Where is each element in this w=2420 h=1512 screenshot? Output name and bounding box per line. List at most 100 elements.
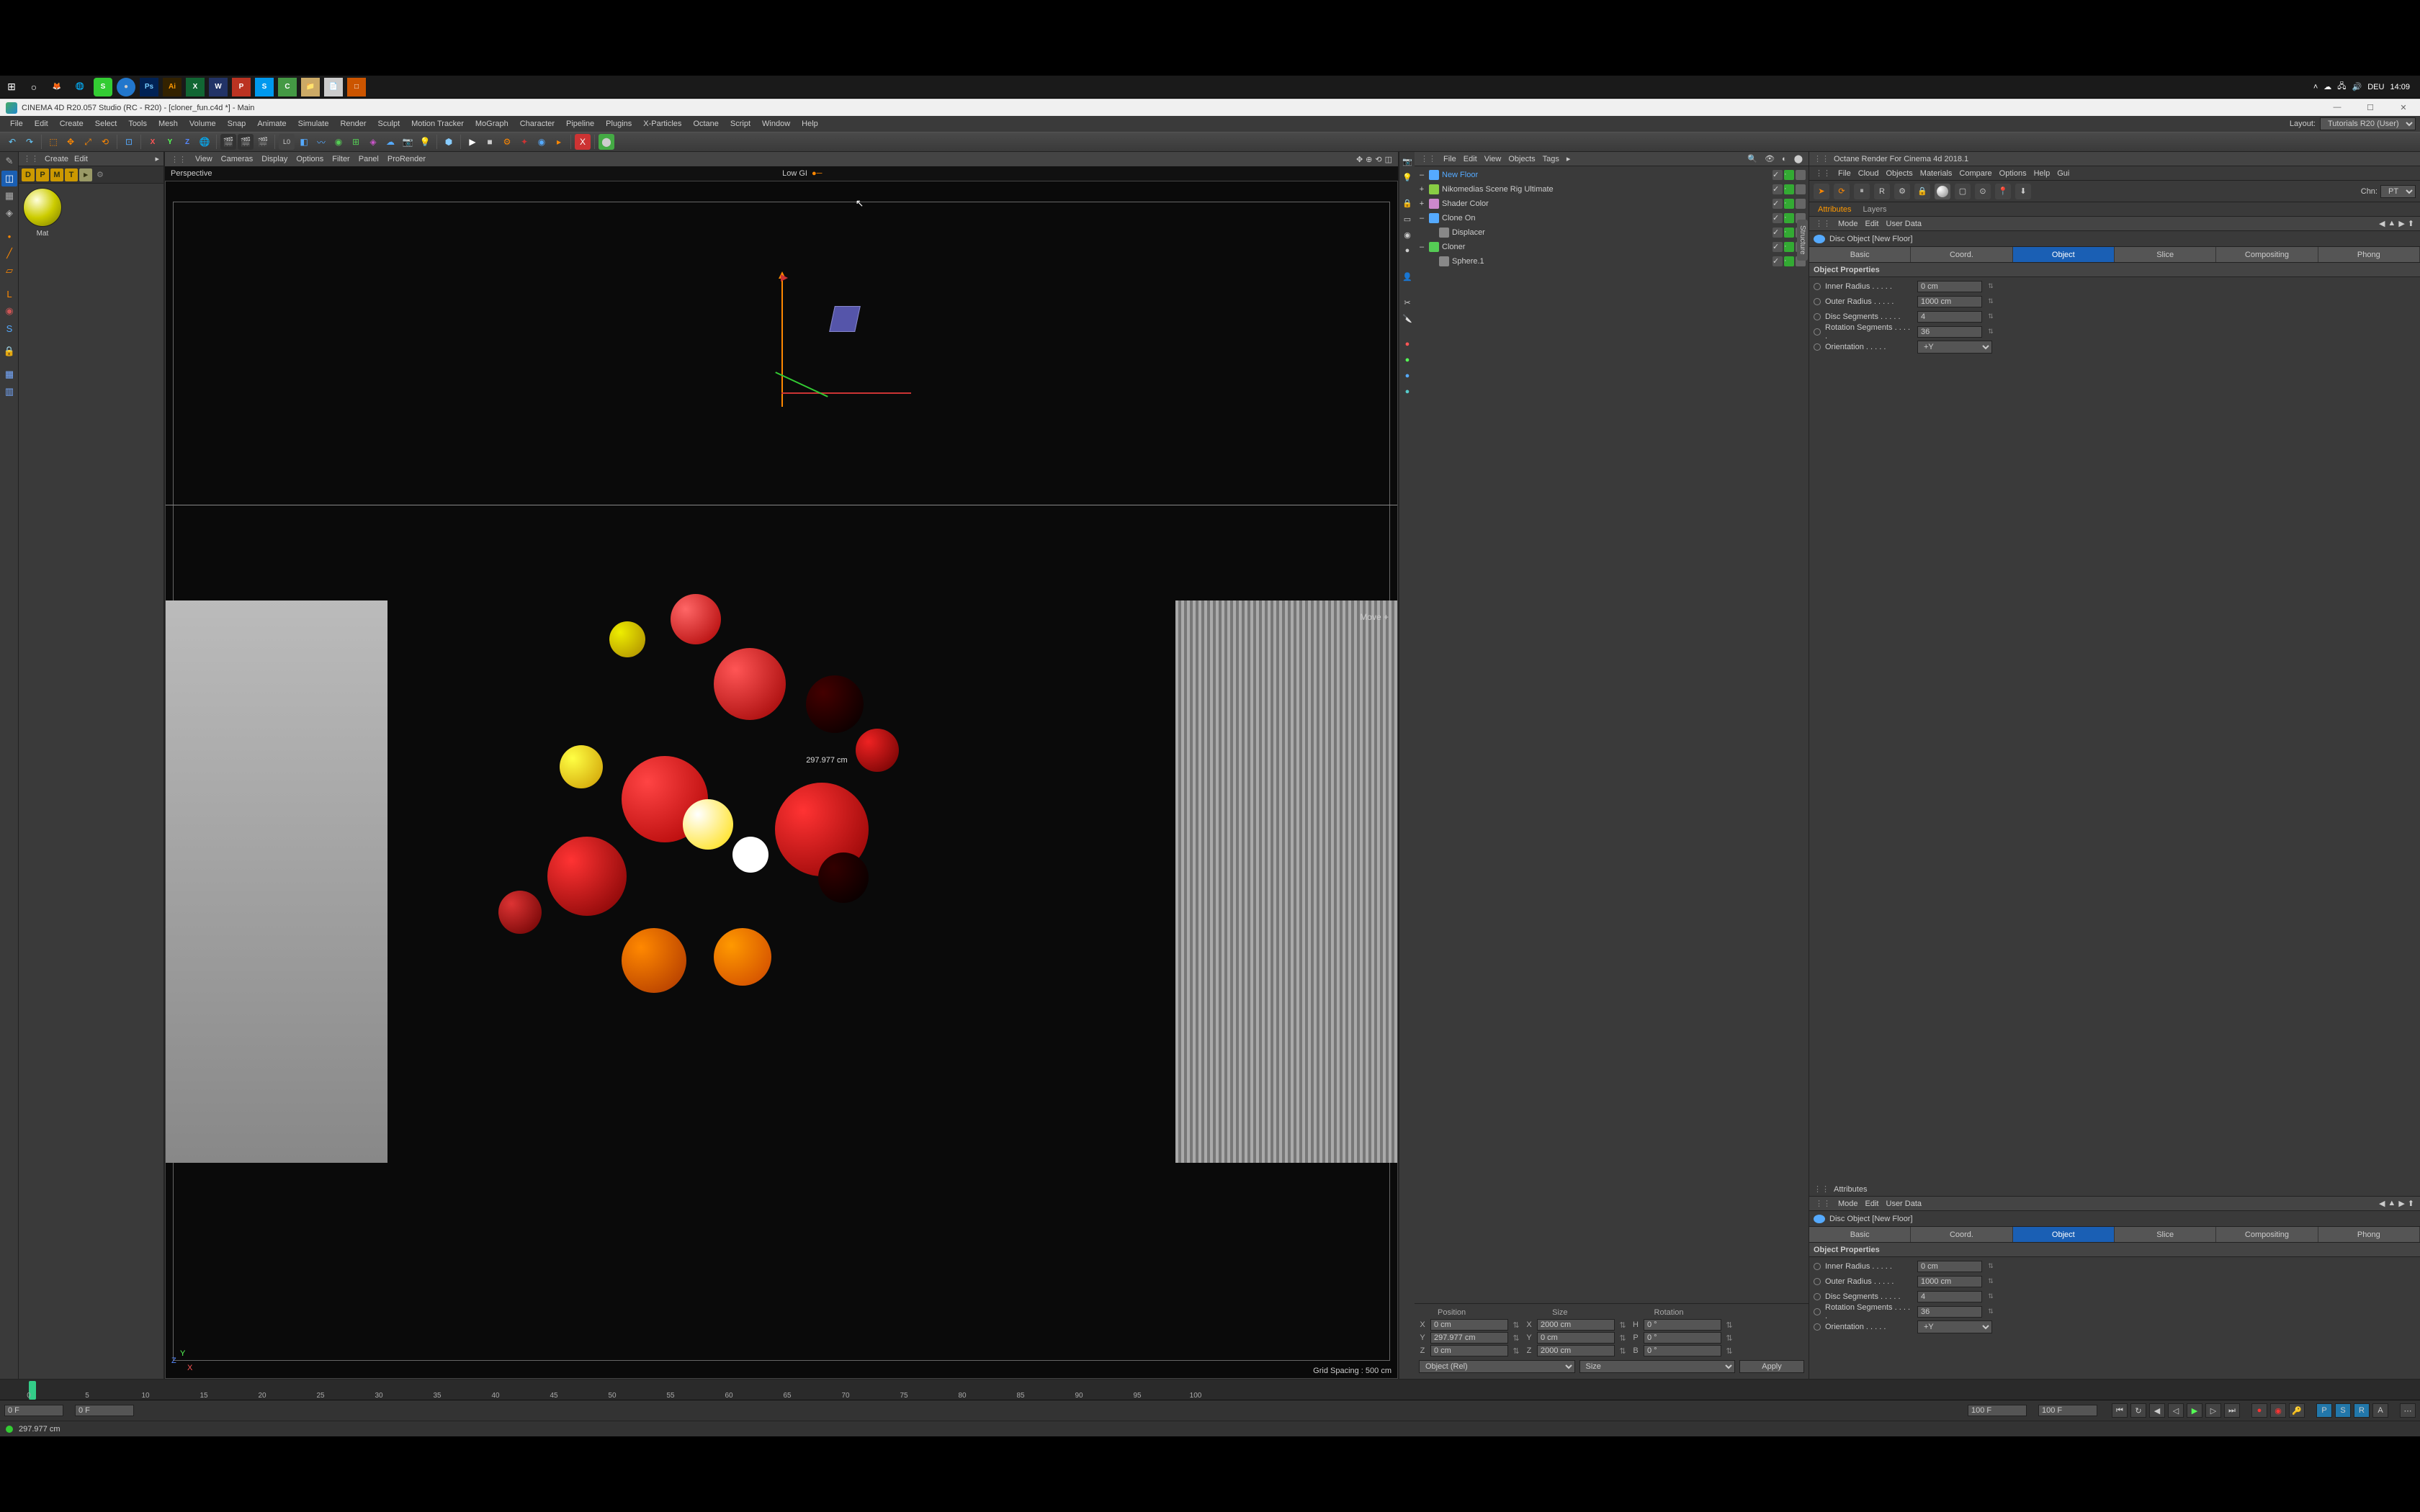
material-menu-edit[interactable]: Edit <box>74 155 88 163</box>
spinner-icon[interactable]: ⇅ <box>1986 1308 1995 1315</box>
nav-fwd-icon[interactable]: ▶ <box>2398 219 2404 228</box>
attr2-menu-edit[interactable]: Edit <box>1865 1200 1879 1208</box>
nav-fwd-icon[interactable]: ▶ <box>2398 1199 2404 1208</box>
object-tree-item[interactable]: +Nikomedias Scene Rig Ultimate✓· <box>1415 182 1809 197</box>
vp-menu-prorender[interactable]: ProRender <box>387 155 426 163</box>
size-input[interactable] <box>1537 1332 1615 1344</box>
om-menu-more[interactable]: ▸ <box>1567 154 1571 163</box>
tag-button[interactable]: ▸ <box>551 134 567 150</box>
render-tag[interactable]: · <box>1784 228 1794 238</box>
render-tag[interactable]: · <box>1784 199 1794 209</box>
render-tag[interactable]: · <box>1784 213 1794 223</box>
size-input[interactable] <box>1537 1345 1615 1356</box>
object-name[interactable]: Cloner <box>1442 243 1770 251</box>
om-menu-file[interactable]: File <box>1443 155 1456 163</box>
om-sphere-icon[interactable]: ⬤ <box>1794 154 1803 163</box>
attr-tab-slice[interactable]: Slice <box>2115 1227 2216 1242</box>
workplane-mode[interactable]: ◈ <box>1 205 17 221</box>
menu-script[interactable]: Script <box>725 118 756 130</box>
menu-xparticles[interactable]: X-Particles <box>637 118 687 130</box>
property-input[interactable] <box>1917 296 1982 307</box>
menu-motion-tracker[interactable]: Motion Tracker <box>405 118 470 130</box>
object-tree[interactable]: –New Floor✓·+Nikomedias Scene Rig Ultima… <box>1415 166 1809 1303</box>
vp-hud-icon[interactable]: ◉ <box>1401 228 1414 241</box>
vp-light-icon[interactable]: 💡 <box>1401 171 1414 184</box>
select-tool[interactable]: ⬚ <box>45 134 61 150</box>
property-input[interactable] <box>1917 281 1982 292</box>
oct-menu-materials[interactable]: Materials <box>1920 169 1953 178</box>
oct-menu-gui[interactable]: Gui <box>2057 169 2069 178</box>
menu-plugins[interactable]: Plugins <box>600 118 637 130</box>
explorer-icon[interactable]: 📁 <box>301 78 320 96</box>
skype-icon[interactable]: S <box>94 78 112 96</box>
chrome-icon[interactable]: 🌐 <box>71 78 89 96</box>
property-input[interactable] <box>1917 326 1982 338</box>
vp-cut-icon[interactable]: ✂ <box>1401 296 1414 309</box>
keyframe-button[interactable]: 🔑 <box>2289 1403 2305 1418</box>
oct-reload-icon[interactable]: ⟳ <box>1834 184 1850 199</box>
menu-volume[interactable]: Volume <box>184 118 222 130</box>
anim-dot[interactable] <box>1814 328 1821 336</box>
start-icon[interactable]: ⊞ <box>3 78 20 96</box>
app-icon[interactable]: C <box>278 78 297 96</box>
menu-select[interactable]: Select <box>89 118 123 130</box>
polygons-mode[interactable]: ▱ <box>1 263 17 279</box>
axis-y-toggle[interactable]: Y <box>162 134 178 150</box>
network-icon[interactable]: 🖧 <box>2337 80 2346 94</box>
menu-character[interactable]: Character <box>514 118 560 130</box>
axis-mode[interactable]: L <box>1 286 17 302</box>
coords-size-mode-select[interactable]: Size <box>1579 1360 1736 1373</box>
structure-tab[interactable]: Structure <box>1797 220 1808 261</box>
vp-menu-cameras[interactable]: Cameras <box>221 155 254 163</box>
key-rot-button[interactable]: R <box>2354 1403 2370 1418</box>
oct-resume-icon[interactable]: R <box>1874 184 1890 199</box>
attr-tab-slice[interactable]: Slice <box>2115 247 2216 262</box>
step-fwd-button[interactable]: ▷ <box>2205 1403 2221 1418</box>
spinner-icon[interactable]: ⇅ <box>1986 282 1995 290</box>
menu-snap[interactable]: Snap <box>222 118 252 130</box>
recent-tool[interactable]: ⊡ <box>121 134 137 150</box>
menu-simulate[interactable]: Simulate <box>292 118 335 130</box>
menu-edit[interactable]: Edit <box>29 118 54 130</box>
spinner-icon[interactable]: ⇅ <box>1986 328 1995 336</box>
key-scale-button[interactable]: S <box>2335 1403 2351 1418</box>
anim-dot[interactable] <box>1814 1293 1821 1300</box>
object-name[interactable]: Displacer <box>1452 228 1770 237</box>
anim-dot[interactable] <box>1814 1263 1821 1270</box>
object-name[interactable]: New Floor <box>1442 171 1770 179</box>
grip-icon[interactable]: ⋮⋮ <box>1815 1199 1831 1208</box>
axis-x-toggle[interactable]: X <box>145 134 161 150</box>
points-mode[interactable]: • <box>1 228 17 244</box>
attr2-menu-mode[interactable]: Mode <box>1838 1200 1858 1208</box>
edges-mode[interactable]: ╱ <box>1 246 17 261</box>
vp-lock-icon[interactable]: 🔒 <box>1401 197 1414 210</box>
skype2-icon[interactable]: S <box>255 78 274 96</box>
texture-mode[interactable]: ▦ <box>1 188 17 204</box>
property-select[interactable]: +Y <box>1917 341 1992 354</box>
gear-icon[interactable]: ⚙ <box>499 134 515 150</box>
illustrator-icon[interactable]: Ai <box>163 78 182 96</box>
visibility-tag[interactable]: ✓ <box>1773 199 1783 209</box>
nav-back-icon[interactable]: ◀ <box>2379 219 2385 228</box>
cloud-icon[interactable]: ☁ <box>2323 82 2331 91</box>
apply-button[interactable]: Apply <box>1739 1360 1804 1373</box>
om-menu-view[interactable]: View <box>1484 155 1502 163</box>
attr-tab-object[interactable]: Object <box>2013 247 2115 262</box>
locked-workplane[interactable]: 🔒 <box>1 343 17 359</box>
render-view-button[interactable]: 🎬 <box>220 134 236 150</box>
extra-tag[interactable] <box>1796 199 1806 209</box>
undo-button[interactable]: ↶ <box>4 134 20 150</box>
generator2[interactable]: ⊞ <box>348 134 364 150</box>
rotate-tool[interactable]: ⟲ <box>97 134 113 150</box>
material-thumb[interactable] <box>23 188 62 227</box>
material-menu-more[interactable]: ▸ <box>155 154 159 163</box>
visibility-tag[interactable]: ✓ <box>1773 242 1783 252</box>
render-tag[interactable]: · <box>1784 242 1794 252</box>
material-menu-create[interactable]: Create <box>45 155 68 163</box>
move-tool[interactable]: ✥ <box>63 134 79 150</box>
close-button[interactable]: ✕ <box>2393 103 2414 112</box>
attr-menu-mode[interactable]: Mode <box>1838 220 1858 228</box>
grip-icon[interactable]: ⋮⋮ <box>1420 154 1436 163</box>
goto-end-button[interactable]: ⏭ <box>2224 1403 2240 1418</box>
menu-tools[interactable]: Tools <box>122 118 153 130</box>
